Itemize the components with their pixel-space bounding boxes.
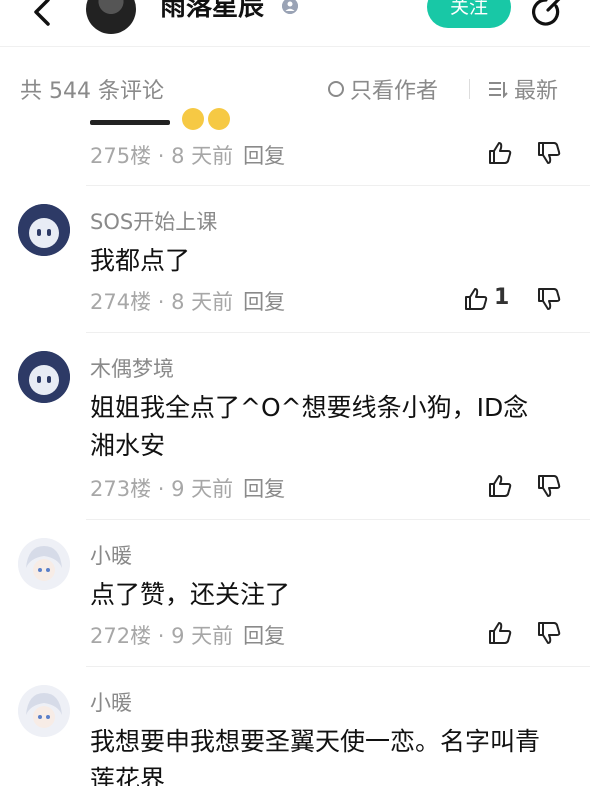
avatar[interactable] <box>18 685 70 737</box>
comment-time: 9 天前 <box>171 624 234 648</box>
comment-time: 8 天前 <box>171 144 234 168</box>
thumbs-down-icon[interactable] <box>536 473 562 499</box>
thumbs-down-icon[interactable] <box>536 286 562 312</box>
reply-button[interactable]: 回复 <box>243 290 285 314</box>
floor-number: 272楼 <box>90 624 152 648</box>
reply-button[interactable]: 回复 <box>243 477 285 501</box>
reply-button[interactable]: 回复 <box>243 624 285 648</box>
anime-girl-avatar-icon <box>18 685 70 737</box>
comment-meta: 273楼 · 9 天前 回复 <box>90 477 286 501</box>
comment-meta: 272楼 · 9 天前 回复 <box>90 624 286 648</box>
emoji-icon <box>182 108 204 130</box>
comment-item: 275楼 · 8 天前 回复 <box>0 0 590 186</box>
comment-item: SOS开始上课 我都点了 274楼 · 8 天前 回复 1 <box>0 186 590 333</box>
floor-number: 275楼 <box>90 144 152 168</box>
comment-text: 点了赞，还关注了 <box>90 580 291 609</box>
comment-item: 小暖 我想要申我想要圣翼天使一恋。名字叫青莲花界 <box>0 667 590 786</box>
comment-meta: 275楼 · 8 天前 回复 <box>90 144 286 168</box>
comment-text: 姐姐我全点了^O^想要线条小狗，ID念湘水安 <box>90 393 529 460</box>
avatar[interactable] <box>18 351 70 403</box>
comment-time: 9 天前 <box>171 477 234 501</box>
avatar[interactable] <box>18 538 70 590</box>
comment-meta: 274楼 · 8 天前 回复 <box>90 290 286 314</box>
floor-number: 273楼 <box>90 477 152 501</box>
comment-text: 我想要申我想要圣翼天使一恋。名字叫青莲花界 <box>90 727 541 786</box>
emoji-icon <box>208 108 230 130</box>
comment-time: 8 天前 <box>171 290 234 314</box>
comment-text-cropped <box>90 112 180 128</box>
robot-avatar-icon <box>18 351 70 403</box>
thumbs-down-icon[interactable] <box>536 140 562 166</box>
commenter-name[interactable]: 小暖 <box>90 540 132 570</box>
comment-text: 我都点了 <box>90 246 191 275</box>
commenter-name[interactable]: 小暖 <box>90 687 132 717</box>
thumbs-up-icon[interactable] <box>487 140 513 166</box>
floor-number: 274楼 <box>90 290 152 314</box>
avatar[interactable] <box>18 204 70 256</box>
comment-item: 木偶梦境 姐姐我全点了^O^想要线条小狗，ID念湘水安 273楼 · 9 天前回… <box>0 333 590 520</box>
thumbs-up-icon[interactable] <box>463 286 489 312</box>
commenter-name[interactable]: 木偶梦境 <box>90 353 174 383</box>
like-count: 1 <box>494 285 510 310</box>
thumbs-up-icon[interactable] <box>487 473 513 499</box>
reply-button[interactable]: 回复 <box>243 144 285 168</box>
comment-item: 小暖 点了赞，还关注了 272楼 · 9 天前 回复 <box>0 520 590 667</box>
anime-girl-avatar-icon <box>18 538 70 590</box>
thumbs-down-icon[interactable] <box>536 620 562 646</box>
robot-avatar-icon <box>18 204 70 256</box>
commenter-name[interactable]: SOS开始上课 <box>90 206 217 236</box>
thumbs-up-icon[interactable] <box>487 620 513 646</box>
